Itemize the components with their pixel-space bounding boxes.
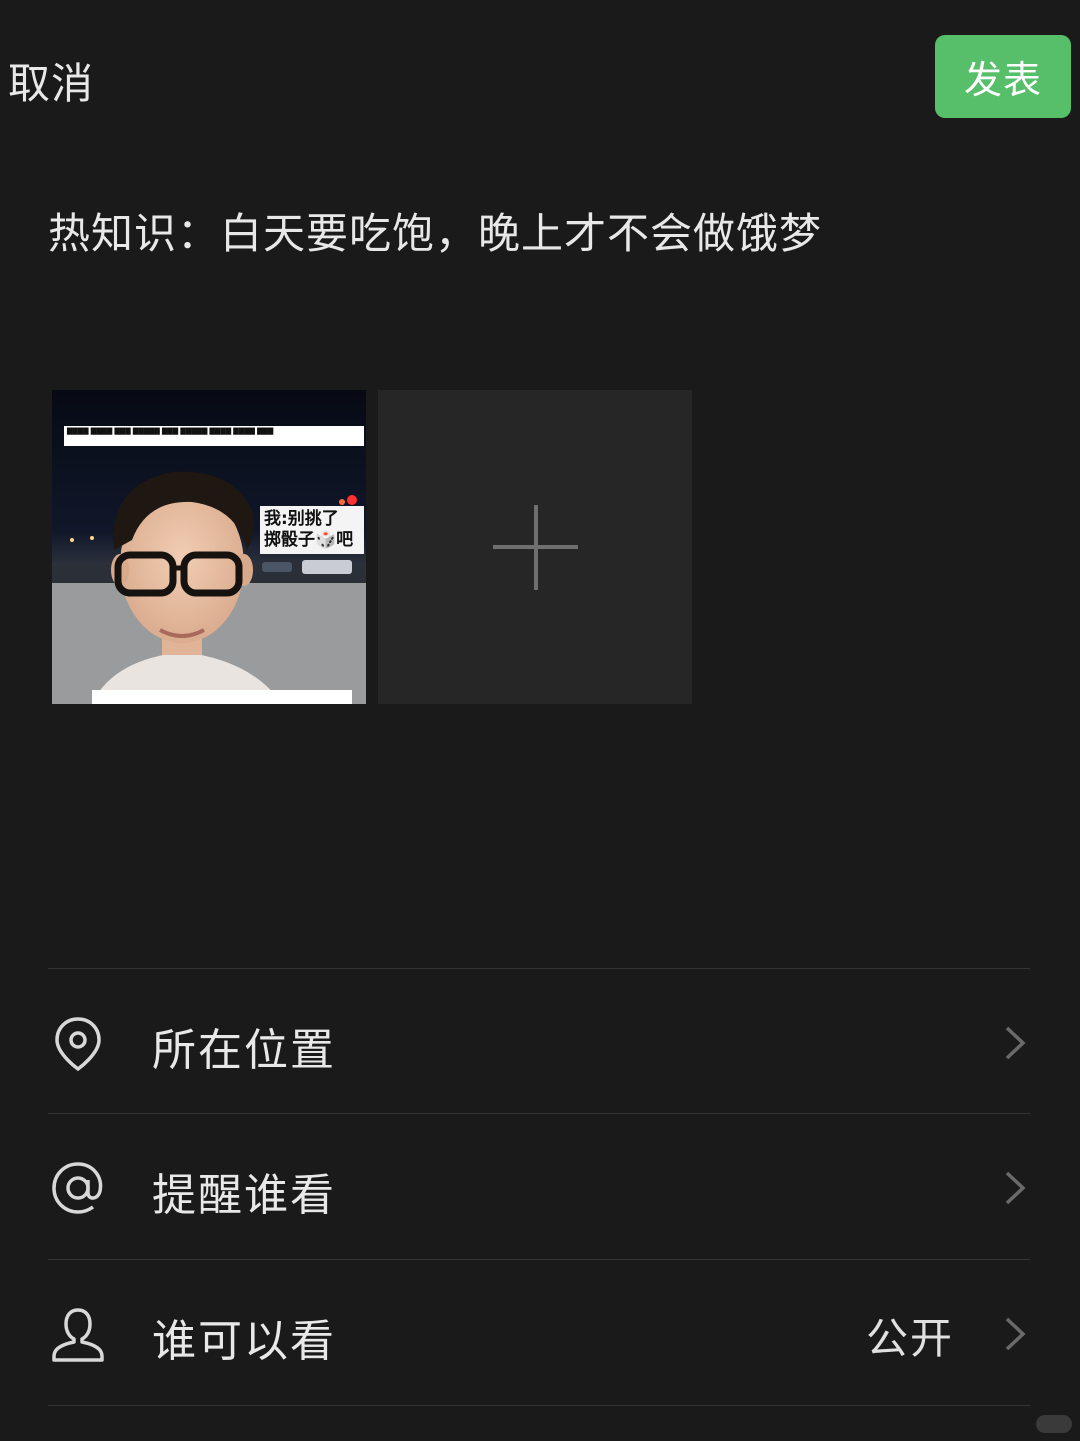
chevron-right-icon bbox=[1005, 1026, 1026, 1060]
publish-button[interactable]: 发表 bbox=[935, 35, 1071, 118]
remind-label: 提醒谁看 bbox=[152, 1170, 336, 1221]
visibility-label: 谁可以看 bbox=[152, 1316, 336, 1367]
photo-bottom-caption bbox=[92, 690, 352, 704]
chevron-right-icon bbox=[1005, 1317, 1026, 1351]
post-text[interactable]: 热知识：白天要吃饱，晚上才不会做饿梦 bbox=[48, 200, 822, 261]
visibility-value: 公开 bbox=[865, 1314, 954, 1363]
person-icon bbox=[52, 1308, 104, 1362]
chevron-right-icon bbox=[1005, 1171, 1026, 1205]
add-photo-button[interactable] bbox=[378, 390, 692, 704]
remind-row[interactable]: 提醒谁看 bbox=[48, 1114, 1030, 1259]
visibility-row[interactable]: 谁可以看 公开 bbox=[48, 1260, 1030, 1405]
location-pin-icon bbox=[55, 1017, 101, 1072]
photo-speech-bubble: 我:别挑了 掷骰子🎲吧 bbox=[260, 506, 364, 554]
divider bbox=[48, 1405, 1030, 1406]
location-label: 所在位置 bbox=[152, 1025, 336, 1076]
bubble-line-2: 掷骰子🎲吧 bbox=[264, 530, 354, 550]
photo-top-banner: ▇▇▇▇ ▇▇▇▇ ▇▇▇ ▇▇▇▇▇ ▇▇▇ ▇▇▇▇▇ ▇▇▇▇ ▇▇▇▇ … bbox=[64, 426, 364, 446]
photo-thumbnail[interactable]: ▇▇▇▇ ▇▇▇▇ ▇▇▇ ▇▇▇▇▇ ▇▇▇ ▇▇▇▇▇ ▇▇▇▇ ▇▇▇▇ … bbox=[52, 390, 366, 704]
bubble-line-1: 我:别挑了 bbox=[264, 509, 339, 529]
cancel-button[interactable]: 取消 bbox=[8, 50, 94, 111]
watermark-badge bbox=[1036, 1415, 1072, 1433]
at-sign-icon bbox=[52, 1162, 103, 1214]
location-row[interactable]: 所在位置 bbox=[48, 969, 1030, 1114]
